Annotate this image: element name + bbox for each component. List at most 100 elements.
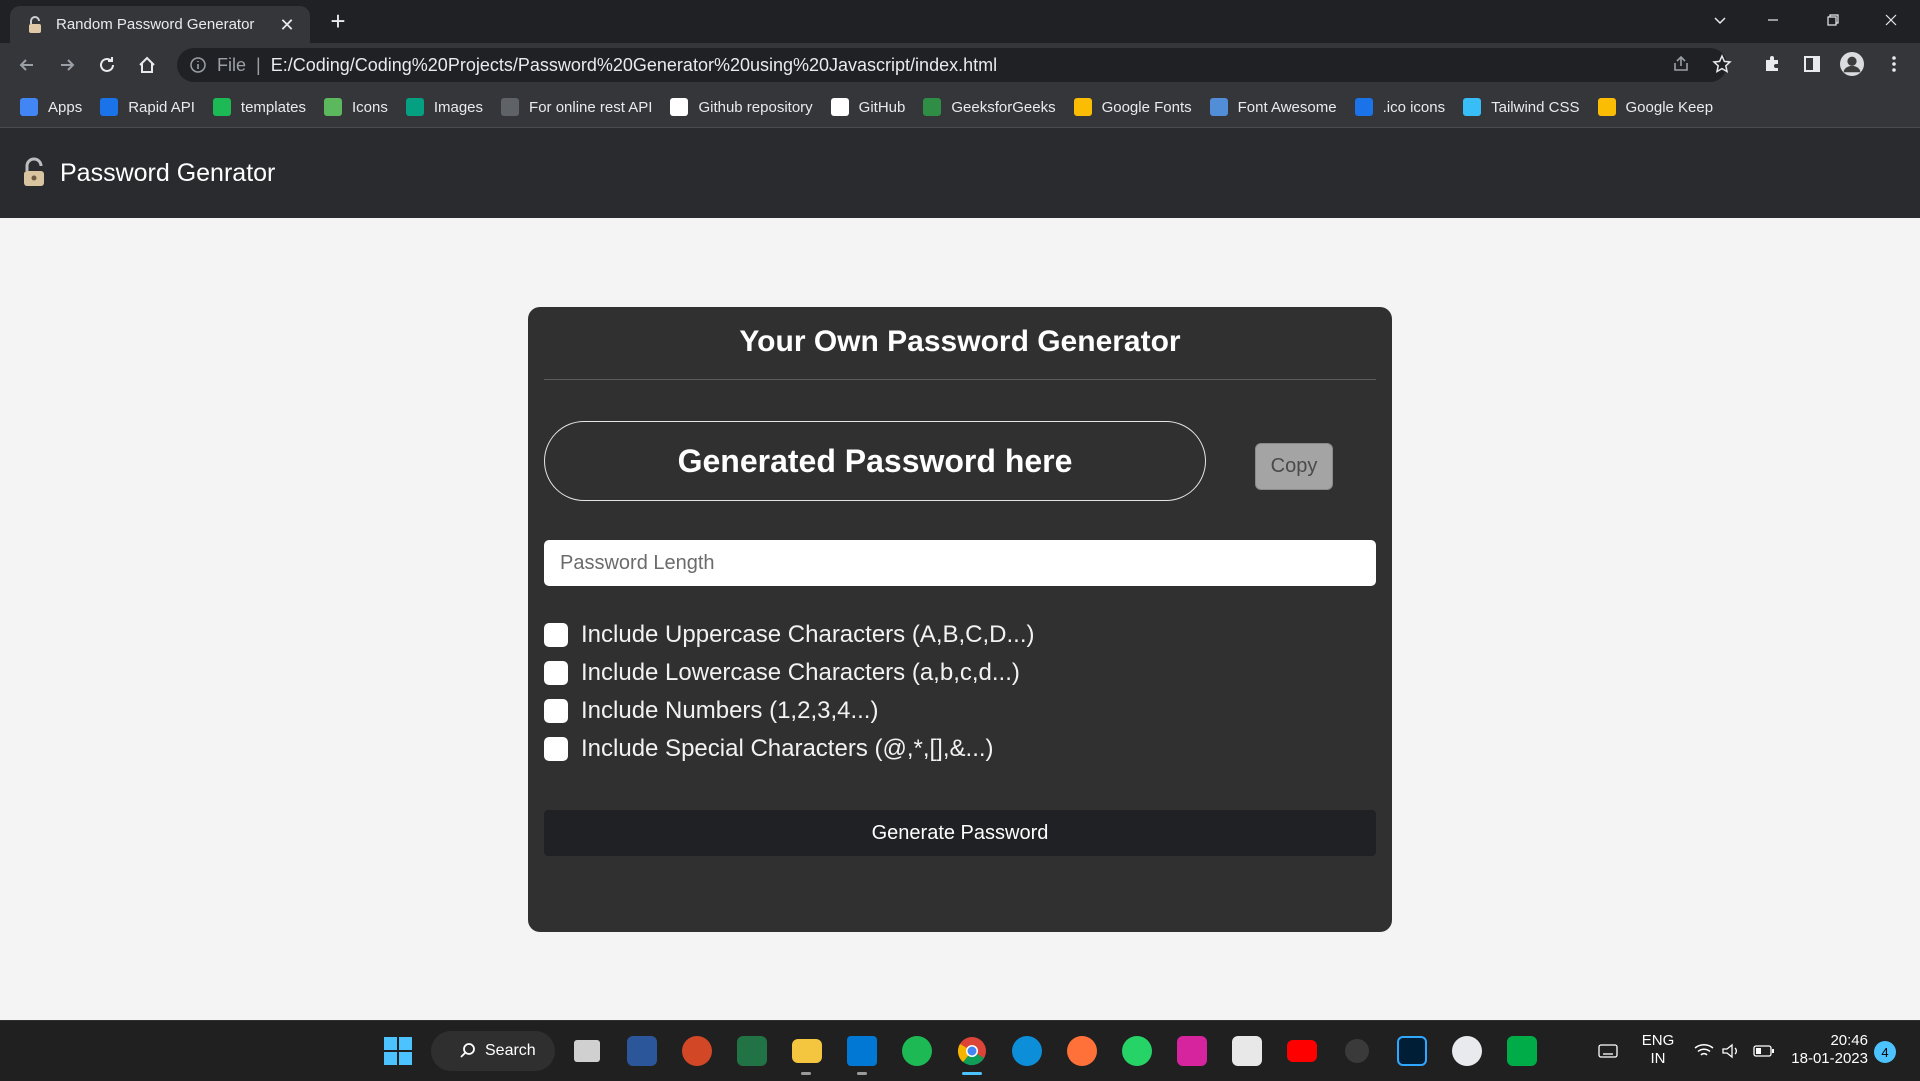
extensions-icon[interactable] <box>1760 52 1784 76</box>
chrome-icon[interactable] <box>954 1033 990 1069</box>
forward-icon[interactable] <box>55 53 79 77</box>
file-explorer-icon[interactable] <box>789 1033 825 1069</box>
spotify-icon[interactable] <box>899 1033 935 1069</box>
tab-close-icon[interactable]: ✕ <box>278 16 296 34</box>
camera-app-icon[interactable] <box>1339 1033 1375 1069</box>
bookmark-favicon-icon <box>501 98 520 116</box>
keyboard-icon[interactable] <box>1597 1040 1619 1062</box>
volume-icon[interactable] <box>1720 1040 1742 1062</box>
bookmark-item[interactable]: .ico icons <box>1354 98 1445 116</box>
edge-icon[interactable] <box>1009 1033 1045 1069</box>
windows-taskbar: Search ENG IN 20:46 18-01-2023 4 <box>0 1020 1920 1081</box>
lowercase-checkbox[interactable] <box>544 661 568 685</box>
option-lowercase[interactable]: Include Lowercase Characters (a,b,c,d...… <box>544 658 1020 688</box>
youtube-icon[interactable] <box>1284 1033 1320 1069</box>
bookmark-star-icon[interactable] <box>1710 52 1734 76</box>
generated-password-display[interactable]: Generated Password here <box>544 421 1206 501</box>
card-divider <box>544 379 1376 380</box>
browser-tab[interactable]: Random Password Generator ✕ <box>10 6 310 43</box>
bookmark-favicon-icon <box>20 98 38 116</box>
bookmark-item[interactable]: For online rest API <box>501 98 652 116</box>
bookmark-label: Font Awesome <box>1237 98 1337 116</box>
bookmark-label: Apps <box>48 98 83 116</box>
minimize-icon[interactable] <box>1753 0 1793 40</box>
battery-icon[interactable] <box>1753 1040 1775 1062</box>
side-panel-icon[interactable] <box>1800 52 1824 76</box>
option-uppercase[interactable]: Include Uppercase Characters (A,B,C,D...… <box>544 620 1035 650</box>
bookmark-label: Github repository <box>698 98 813 116</box>
lowercase-label: Include Lowercase Characters (a,b,c,d...… <box>581 659 1020 686</box>
start-icon[interactable] <box>380 1033 416 1069</box>
uppercase-checkbox[interactable] <box>544 623 568 647</box>
bookmark-label: GeeksforGeeks <box>951 98 1056 116</box>
new-tab-icon[interactable]: + <box>326 8 350 34</box>
bookmark-item[interactable]: Tailwind CSS <box>1463 98 1580 116</box>
option-special[interactable]: Include Special Characters (@,*,[],&...) <box>544 734 994 764</box>
bookmark-item[interactable]: Google Keep <box>1597 98 1714 116</box>
password-length-input[interactable] <box>544 540 1376 586</box>
powerpoint-icon[interactable] <box>679 1033 715 1069</box>
taskbar-search[interactable]: Search <box>431 1031 555 1071</box>
share-icon[interactable] <box>1669 52 1693 76</box>
bookmark-item[interactable]: templates <box>212 98 306 116</box>
meet-icon[interactable] <box>1504 1033 1540 1069</box>
bookmark-item[interactable]: Google Fonts <box>1073 98 1192 116</box>
browser-tabstrip: Random Password Generator ✕ + <box>0 0 1920 43</box>
generator-card: Your Own Password Generator Generated Pa… <box>528 307 1392 932</box>
numbers-checkbox[interactable] <box>544 699 568 723</box>
bookmark-item[interactable]: Images <box>405 98 483 116</box>
chrome-active-indicator <box>962 1072 982 1075</box>
url-scheme: File <box>217 54 247 75</box>
profile-avatar[interactable] <box>1840 52 1864 76</box>
home-icon[interactable] <box>135 53 159 77</box>
wifi-icon[interactable] <box>1693 1040 1715 1062</box>
vscode-icon[interactable] <box>844 1033 880 1069</box>
info-icon[interactable] <box>189 56 207 74</box>
bookmark-item[interactable]: Font Awesome <box>1209 98 1337 116</box>
app-icon-w[interactable] <box>1449 1033 1485 1069</box>
browser-menu-icon[interactable] <box>1882 52 1906 76</box>
reload-icon[interactable] <box>95 53 119 77</box>
language-code: ENG <box>1641 1032 1675 1049</box>
bookmark-item[interactable]: Rapid API <box>100 98 195 116</box>
restore-icon[interactable] <box>1813 0 1853 40</box>
url-text[interactable]: E:/Coding/Coding%20Projects/Password%20G… <box>271 55 1727 76</box>
task-view-icon[interactable] <box>569 1033 605 1069</box>
bookmark-label: Google Keep <box>1625 98 1714 116</box>
bookmark-favicon-icon <box>405 98 424 116</box>
whatsapp-icon[interactable] <box>1119 1033 1155 1069</box>
bookmark-favicon-icon <box>1354 98 1373 116</box>
bookmark-label: Icons <box>351 98 388 116</box>
bookmark-item[interactable]: Icons <box>323 98 388 116</box>
bookmark-item[interactable]: Github repository <box>670 98 813 116</box>
option-numbers[interactable]: Include Numbers (1,2,3,4...) <box>544 696 878 726</box>
search-label: Search <box>485 1042 536 1059</box>
uppercase-label: Include Uppercase Characters (A,B,C,D...… <box>581 621 1035 648</box>
language-indicator[interactable]: ENG IN <box>1640 1032 1676 1068</box>
photoshop-icon[interactable] <box>1394 1033 1430 1069</box>
bookmark-item[interactable]: GitHub <box>830 98 906 116</box>
special-checkbox[interactable] <box>544 737 568 761</box>
bookmark-item[interactable]: Apps <box>20 98 82 116</box>
clock[interactable]: 20:46 18-01-2023 <box>1788 1032 1868 1068</box>
bookmark-label: Google Fonts <box>1101 98 1192 116</box>
back-icon[interactable] <box>15 53 39 77</box>
copy-button[interactable]: Copy <box>1255 443 1333 490</box>
address-bar[interactable]: File | E:/Coding/Coding%20Projects/Passw… <box>177 48 1727 82</box>
bookmark-item[interactable]: GeeksforGeeks <box>923 98 1056 116</box>
bookmark-favicon-icon <box>212 98 231 116</box>
firefox-icon[interactable] <box>1064 1033 1100 1069</box>
word-icon[interactable] <box>624 1033 660 1069</box>
bookmark-favicon-icon <box>1463 98 1482 116</box>
notification-badge[interactable]: 4 <box>1874 1041 1896 1063</box>
close-window-icon[interactable] <box>1871 0 1911 40</box>
generate-password-button[interactable]: Generate Password <box>544 810 1376 856</box>
search-icon <box>460 1043 475 1058</box>
instagram-icon[interactable] <box>1174 1033 1210 1069</box>
excel-icon[interactable] <box>734 1033 770 1069</box>
tab-search-chevron-icon[interactable] <box>1700 0 1740 40</box>
microsoft-store-icon[interactable] <box>1229 1033 1265 1069</box>
bookmark-label: GitHub <box>858 98 906 116</box>
site-brand[interactable]: Password Genrator <box>60 159 275 188</box>
url-separator: | <box>256 54 261 75</box>
